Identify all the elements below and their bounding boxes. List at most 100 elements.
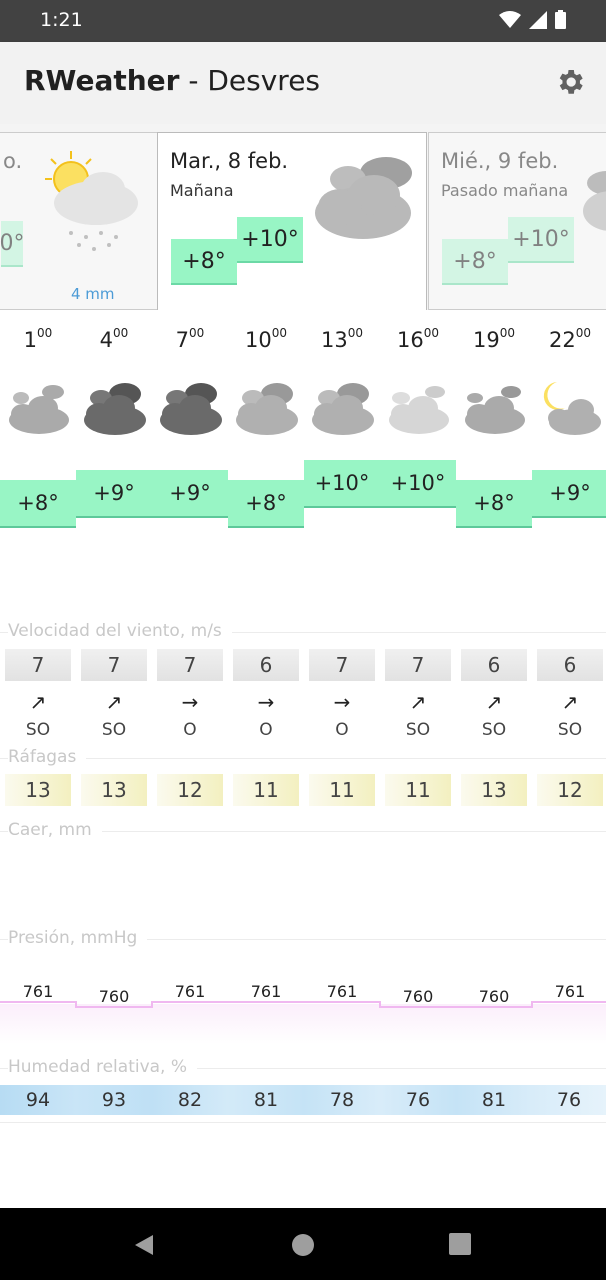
navigation-bar [0,1208,606,1280]
hour-label: 1000 [244,326,287,352]
wind-direction: O [259,720,273,740]
day-date: Mié., 9 feb. [441,149,559,173]
gusts-label: Ráfagas [8,747,87,767]
app-title: RWeather - Desvres [24,64,320,97]
wind-arrow-icon: ↗ [485,690,503,714]
wind-arrow-icon: → [257,690,275,714]
wind-direction: SO [481,720,507,740]
wifi-icon [499,10,521,28]
overcast-dark-icon [76,376,152,440]
pressure-value: 761 [22,982,54,1001]
gust-cell: 11 [309,774,375,806]
battery-icon [555,10,566,29]
gust-cell: 12 [537,774,603,806]
wind-arrow-icon: → [333,690,351,714]
wind-speed-cell: 7 [309,649,375,681]
day-subtitle: Mañana [170,181,234,200]
app-bar: RWeather - Desvres [0,42,606,124]
humidity-cell: 81 [456,1085,532,1115]
day-precip: 4 mm [71,285,115,303]
gust-cell: 13 [81,774,147,806]
gust-cell: 13 [5,774,71,806]
day-date: o. [3,149,23,173]
hour-temp: +9° [152,470,228,518]
day-card-day-after[interactable]: Mié., 9 feb. Pasado mañana +8° +10° [428,132,606,310]
hour-temp: +10° [304,460,380,508]
day-selector: o. 0° 4 mm Mar., 8 feb. Mañana +8° +10° … [0,124,606,310]
hour-temp: +8° [228,480,304,528]
wind-speed-cell: 7 [5,649,71,681]
light-cloud-icon [380,376,456,440]
home-icon[interactable] [291,1233,315,1257]
precipitation-label: Caer, mm [8,820,102,840]
day-date: Mar., 8 feb. [170,149,289,173]
wind-speed-cell: 6 [461,649,527,681]
pressure-value: 760 [98,987,130,1006]
cloudy-icon [228,376,304,440]
humidity-cell: 81 [228,1085,304,1115]
wind-speed-cell: 6 [233,649,299,681]
overcast-dark-icon [152,376,228,440]
gust-cell: 12 [157,774,223,806]
day-temp-low: +8° [442,239,508,285]
wind-speed-cell: 7 [81,649,147,681]
pressure-label: Presión, mmHg [8,928,148,948]
cloud-icon [583,171,606,231]
moon-cloud-icon [532,376,606,440]
hour-label: 1900 [472,326,515,352]
status-bar: 1:21 [0,0,606,42]
humidity-cell: 76 [380,1085,456,1115]
wind-arrow-icon: ↗ [105,690,123,714]
humidity-cell: 78 [304,1085,380,1115]
wind-arrow-icon: ↗ [29,690,47,714]
wind-speed-cell: 7 [385,649,451,681]
settings-gear-icon[interactable] [554,66,586,98]
location-name: - Desvres [179,64,321,97]
day-card-tomorrow[interactable]: Mar., 8 feb. Mañana +8° +10° [157,132,427,310]
wind-speed-cell: 7 [157,649,223,681]
wind-direction: SO [101,720,127,740]
wind-arrow-icon: ↗ [561,690,579,714]
day-temp-high: +10° [508,217,574,263]
divider [0,1122,606,1123]
hour-label: 100 [23,326,53,352]
hour-temp: +8° [0,480,76,528]
app-name: RWeather [24,64,180,97]
status-time: 1:21 [40,9,83,31]
pressure-value: 760 [402,987,434,1006]
cloudy-icon [304,376,380,440]
sun-rain-cloud-icon [45,151,138,251]
recents-icon[interactable] [449,1233,471,1255]
hour-temp: +10° [380,460,456,508]
hour-label: 400 [99,326,129,352]
day-card-today[interactable]: o. 0° 4 mm [0,132,160,310]
wind-direction: SO [25,720,51,740]
hour-label: 700 [175,326,205,352]
pressure-value: 761 [174,982,206,1001]
day-temp-high: +10° [237,217,303,263]
cloudy-icon [456,376,532,440]
wind-direction: O [335,720,349,740]
back-icon[interactable] [133,1233,155,1257]
humidity-label: Humedad relativa, % [8,1057,198,1077]
day-temp-low: +8° [171,239,237,285]
status-icons [499,10,566,29]
gust-cell: 13 [461,774,527,806]
overcast-cloud-icon [315,157,412,239]
wind-arrow-icon: ↗ [409,690,427,714]
humidity-cell: 93 [76,1085,152,1115]
pressure-value: 760 [478,987,510,1006]
hour-temp: +9° [532,470,606,518]
wind-direction: SO [405,720,431,740]
pressure-value: 761 [250,982,282,1001]
humidity-cell: 82 [152,1085,228,1115]
signal-icon [529,10,547,29]
gust-cell: 11 [233,774,299,806]
divider [0,758,606,759]
day-subtitle: Pasado mañana [441,181,569,200]
day-temp-high: 0° [0,221,25,267]
hour-label: 2200 [548,326,591,352]
wind-direction: O [183,720,197,740]
wind-speed-label: Velocidad del viento, m/s [8,621,232,641]
pressure-value: 761 [554,982,586,1001]
